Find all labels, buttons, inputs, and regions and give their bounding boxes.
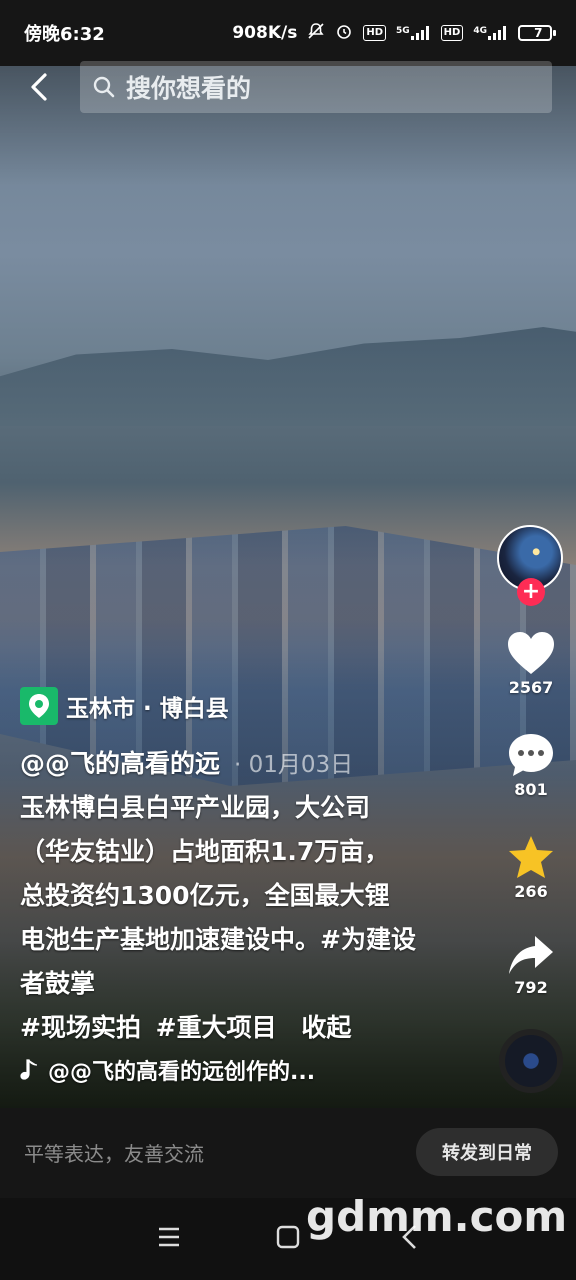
chevron-left-icon: [31, 73, 47, 101]
comment-icon: [509, 734, 553, 776]
like-count: 2567: [508, 678, 554, 697]
post-date: · 01月03日: [234, 752, 354, 778]
description-line: #现场实拍 #重大项目 收起: [20, 1006, 420, 1050]
description-line: （华友钴业）占地面积1.7万亩，: [20, 837, 390, 866]
music-note-icon: [20, 1059, 38, 1080]
status-bar: 傍晚6:32 908K/s HD 5G HD 4G 7: [0, 0, 576, 66]
network-speed: 908K/s: [232, 23, 298, 43]
favorite-button[interactable]: 266: [498, 834, 564, 901]
comment-count: 801: [514, 780, 548, 799]
location-text: 玉林市 · 博白县: [66, 696, 229, 722]
share-button[interactable]: 792: [498, 934, 564, 997]
location-pin-icon: [20, 687, 58, 725]
description-line: 总投资约1300亿元，全国最大锂: [20, 881, 390, 910]
recent-apps-button[interactable]: [154, 1222, 184, 1252]
hd-badge: HD: [363, 25, 387, 41]
menu-icon: [159, 1227, 179, 1247]
search-placeholder: 搜你想看的: [126, 74, 252, 103]
signal-4g-icon: 4G: [473, 26, 508, 40]
hd-badge-2: HD: [440, 25, 464, 41]
location-tag[interactable]: 玉林市 · 博白县: [20, 686, 229, 726]
back-button[interactable]: [22, 70, 56, 104]
like-button[interactable]: 2567: [498, 630, 564, 697]
post-description: 玉林博白县白平产业园，大公司 （华友钴业）占地面积1.7万亩， 总投资约1300…: [20, 786, 420, 1050]
share-arrow-icon: [509, 936, 553, 974]
favorite-count: 266: [514, 882, 548, 901]
star-icon: [509, 836, 553, 878]
search-bar[interactable]: 搜你想看的: [80, 61, 552, 113]
site-watermark: gdmm.com: [306, 1192, 568, 1241]
collapse-link[interactable]: 收起: [301, 1013, 351, 1042]
author-name[interactable]: @@飞的高看的远: [20, 744, 220, 780]
music-disc[interactable]: [499, 1029, 563, 1093]
hashtag-link[interactable]: #重大项目: [156, 1013, 277, 1042]
follow-button[interactable]: +: [517, 578, 545, 606]
author-line: @@飞的高看的远 · 01月03日: [20, 744, 353, 780]
description-line: 玉林博白县白平产业园，大公司: [20, 793, 371, 822]
repost-button[interactable]: 转发到日常: [416, 1128, 558, 1176]
music-info[interactable]: @@飞的高看的远创作的...: [20, 1054, 315, 1086]
mute-icon: [307, 22, 325, 45]
comment-input[interactable]: 平等表达，友善交流: [24, 1138, 204, 1167]
music-title: @@飞的高看的远创作的...: [48, 1060, 316, 1085]
alarm-icon: [335, 22, 353, 45]
search-icon: [93, 76, 115, 98]
share-count: 792: [514, 978, 548, 997]
signal-5g-icon: 5G: [396, 26, 431, 40]
video-scene-mountains: [0, 327, 576, 426]
status-time: 傍晚6:32: [24, 24, 105, 45]
comment-button[interactable]: 801: [498, 732, 564, 799]
description-line: 电池生产基地加速建设中。#为建设者鼓掌: [20, 925, 416, 998]
plus-icon: +: [521, 579, 541, 604]
battery-icon: 7: [518, 25, 556, 41]
hashtag-link[interactable]: #现场实拍: [20, 1013, 141, 1042]
square-icon: [276, 1225, 300, 1249]
home-button[interactable]: [273, 1222, 303, 1252]
heart-icon: [508, 632, 554, 674]
